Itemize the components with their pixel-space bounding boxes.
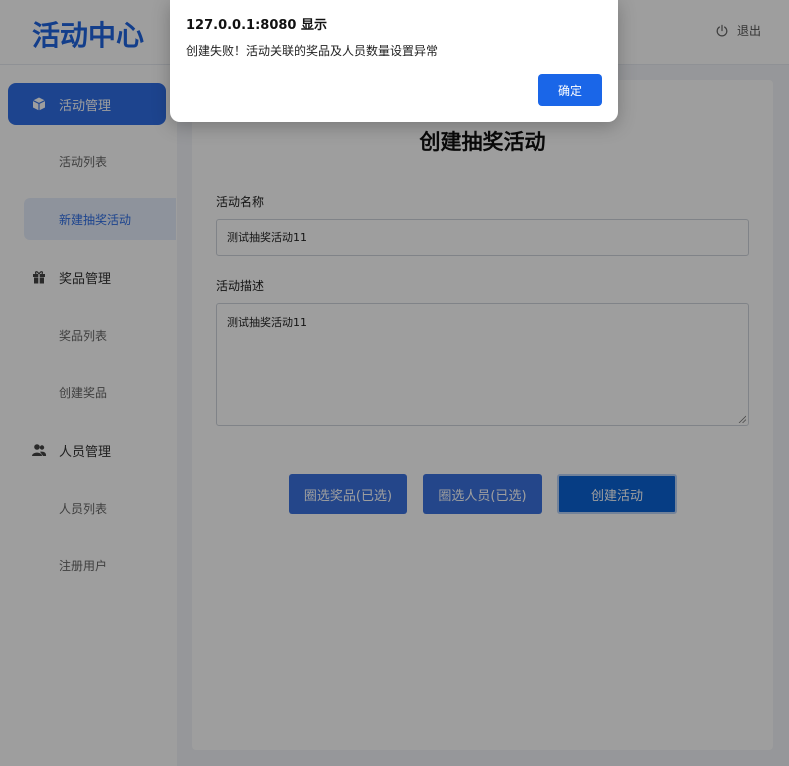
dialog-message: 创建失败！活动关联的奖品及人员数量设置异常 bbox=[186, 44, 439, 58]
alert-dialog: 127.0.0.1:8080 显示 创建失败！活动关联的奖品及人员数量设置异常 … bbox=[170, 0, 618, 122]
dialog-ok-button[interactable]: 确定 bbox=[538, 74, 602, 106]
dialog-title: 127.0.0.1:8080 显示 bbox=[186, 18, 327, 33]
